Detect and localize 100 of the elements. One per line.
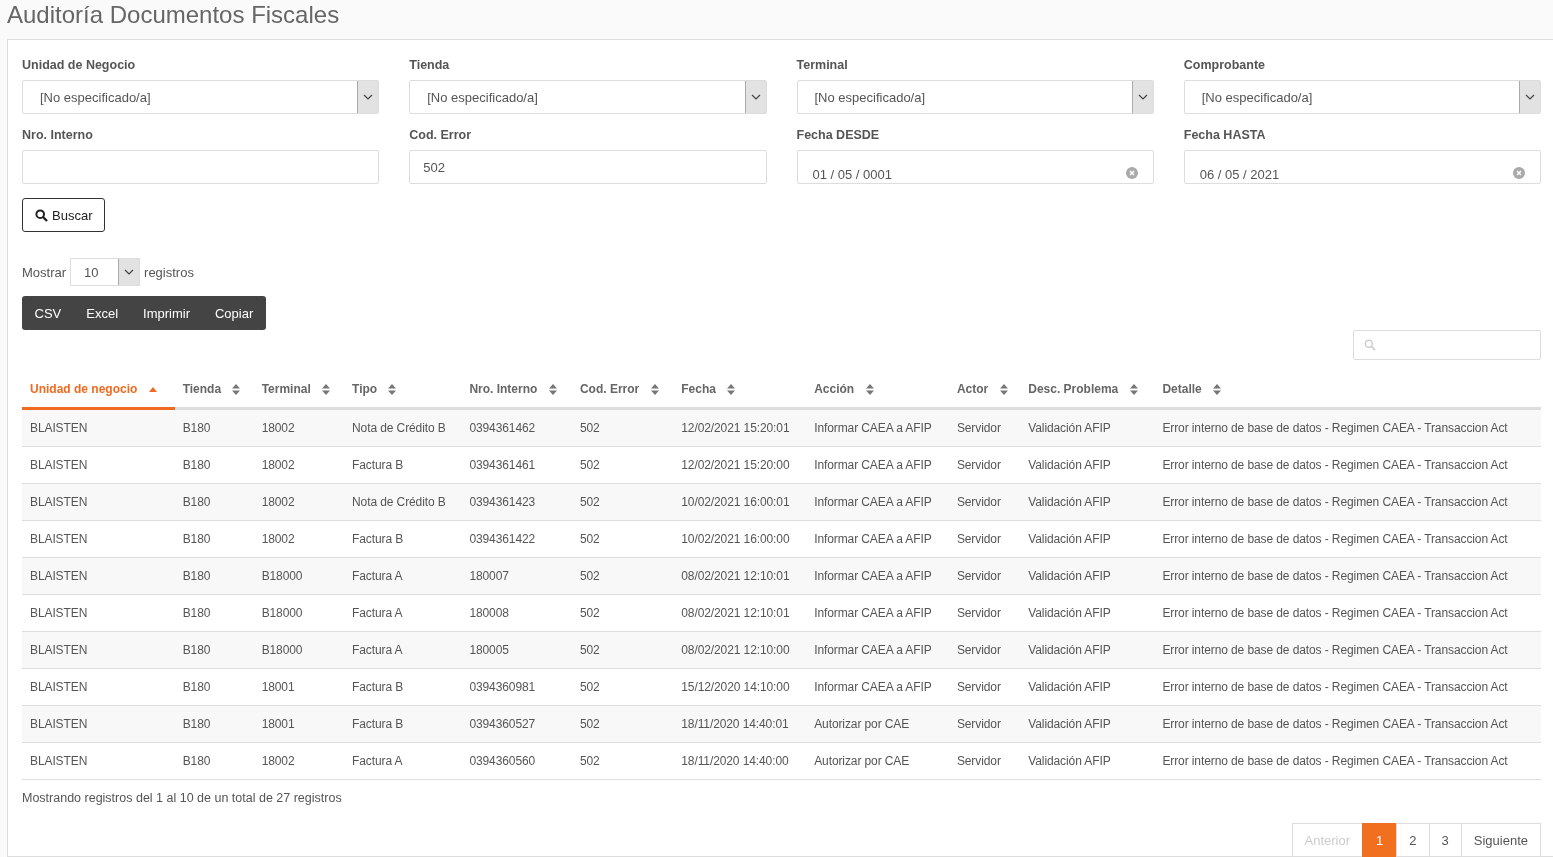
date-field[interactable]: 06 / 05 / 2021 [1183, 150, 1541, 184]
table-cell: Informar CAEA a AFIP [806, 594, 949, 632]
table-cell: B180 [174, 446, 254, 484]
text-field[interactable]: 502 [409, 150, 767, 184]
field-label: Fecha HASTA [1183, 128, 1266, 142]
table-cell: Servidor [948, 408, 1021, 447]
table-cell: 502 [571, 705, 674, 743]
table-cell: BLAISTEN [22, 446, 175, 484]
table-cell: Validación AFIP [1020, 483, 1155, 521]
export-button[interactable]: CSV [22, 296, 74, 330]
table-cell: Error interno de base de datos - Regimen CAEA - Transaccion Act [1154, 668, 1541, 706]
table-cell: 08/02/2021 12:10:01 [673, 557, 807, 595]
search-button[interactable]: Buscar [22, 198, 106, 232]
table-cell: 18/11/2020 14:40:01 [673, 705, 807, 743]
pagination-button[interactable]: 2 [1396, 823, 1430, 857]
table-cell: Autorizar por CAE [806, 742, 949, 780]
table-cell: 502 [571, 594, 674, 632]
page-length-select[interactable]: 10 [70, 258, 141, 286]
table-cell: Servidor [948, 668, 1021, 706]
table-cell: Informar CAEA a AFIP [806, 520, 949, 558]
table-cell: B180 [174, 668, 254, 706]
clear-icon[interactable] [1513, 167, 1525, 179]
field-label: Unidad de Negocio [22, 58, 136, 72]
table-cell: B180 [174, 705, 254, 743]
table-cell: Validación AFIP [1020, 594, 1155, 632]
table-cell: B180 [174, 631, 254, 669]
table-cell: B18000 [253, 557, 344, 595]
search-icon [1364, 339, 1376, 351]
table-cell: 0394360981 [461, 668, 572, 706]
select-field[interactable]: [No especificado/a] [409, 80, 767, 114]
export-button[interactable]: Imprimir [130, 296, 203, 330]
table-cell: Validación AFIP [1020, 446, 1155, 484]
table-cell: 18/11/2020 14:40:00 [673, 742, 807, 780]
select-field[interactable]: [No especificado/a] [22, 80, 380, 114]
table-cell: Error interno de base de datos - Regimen CAEA - Transaccion Act [1154, 520, 1541, 558]
caret-icon [1519, 81, 1540, 113]
table-cell: 18002 [253, 446, 344, 484]
table-cell: Servidor [948, 483, 1021, 521]
export-button[interactable]: Copiar [202, 296, 266, 330]
table-info: Mostrando registros del 1 al 10 de un total de 27 registros [22, 791, 343, 805]
sort-icon [865, 384, 874, 396]
field-label: Tienda [409, 58, 450, 72]
length-label: Mostrar [22, 264, 67, 280]
table-cell: BLAISTEN [22, 594, 175, 632]
table-cell: Servidor [948, 520, 1021, 558]
table-cell: Error interno de base de datos - Regimen CAEA - Transaccion Act [1154, 742, 1541, 780]
table-cell: 0394361461 [461, 446, 572, 484]
table-cell: 180008 [461, 594, 572, 632]
table-cell: Factura A [344, 557, 462, 595]
table-cell: Factura B [344, 705, 462, 743]
pagination-button[interactable]: Siguiente [1460, 823, 1541, 857]
select-field[interactable]: [No especificado/a] [796, 80, 1154, 114]
clear-icon[interactable] [1125, 167, 1138, 179]
text-field[interactable] [22, 150, 380, 184]
caret-icon [357, 81, 379, 113]
field-label: Terminal [796, 58, 848, 72]
table-cell: Factura A [344, 631, 462, 669]
sort-icon [999, 384, 1008, 396]
table-cell: 18002 [253, 520, 344, 558]
table-cell: 18002 [253, 742, 344, 780]
table-cell: 0394360527 [461, 705, 572, 743]
table-cell: 502 [571, 408, 674, 447]
table-cell: B180 [174, 742, 254, 780]
table-cell: 10/02/2021 16:00:00 [673, 520, 807, 558]
table-cell: BLAISTEN [22, 483, 175, 521]
sort-icon [322, 384, 331, 396]
table-cell: Servidor [948, 594, 1021, 632]
length-label: registros [144, 264, 194, 280]
table-search-field[interactable] [1353, 330, 1541, 360]
table-cell: 08/02/2021 12:10:00 [673, 631, 807, 669]
table-cell: BLAISTEN [22, 668, 175, 706]
table-cell: 12/02/2021 15:20:01 [673, 408, 807, 447]
table-cell: Informar CAEA a AFIP [806, 631, 949, 669]
table-cell: 18002 [253, 483, 344, 521]
table-cell: Nota de Crédito B [344, 408, 462, 447]
table-cell: 10/02/2021 16:00:01 [673, 483, 807, 521]
table-cell: Factura A [344, 742, 462, 780]
table-cell: BLAISTEN [22, 631, 175, 669]
sort-icon [727, 384, 736, 396]
table-cell: 0394360560 [461, 742, 572, 780]
table-cell: 502 [571, 557, 674, 595]
table-cell: Validación AFIP [1020, 520, 1155, 558]
table-cell: 502 [571, 668, 674, 706]
table-cell: 502 [571, 631, 674, 669]
sort-icon [1129, 384, 1138, 396]
date-field[interactable]: 01 / 05 / 0001 [796, 150, 1154, 184]
select-field[interactable]: [No especificado/a] [1183, 80, 1541, 114]
field-label: Comprobante [1183, 58, 1265, 72]
table-cell: 0394361423 [461, 483, 572, 521]
table-cell: BLAISTEN [22, 520, 175, 558]
table-cell: B180 [174, 408, 254, 447]
table-cell: 502 [571, 520, 674, 558]
caret-icon [744, 81, 766, 113]
table-cell: Error interno de base de datos - Regimen CAEA - Transaccion Act [1154, 483, 1541, 521]
sort-ascending-icon [148, 387, 157, 393]
export-button[interactable]: Excel [73, 296, 131, 330]
table-cell: BLAISTEN [22, 742, 175, 780]
table-cell: Error interno de base de datos - Regimen CAEA - Transaccion Act [1154, 594, 1541, 632]
table-cell: Validación AFIP [1020, 631, 1155, 669]
table-cell: Factura B [344, 668, 462, 706]
